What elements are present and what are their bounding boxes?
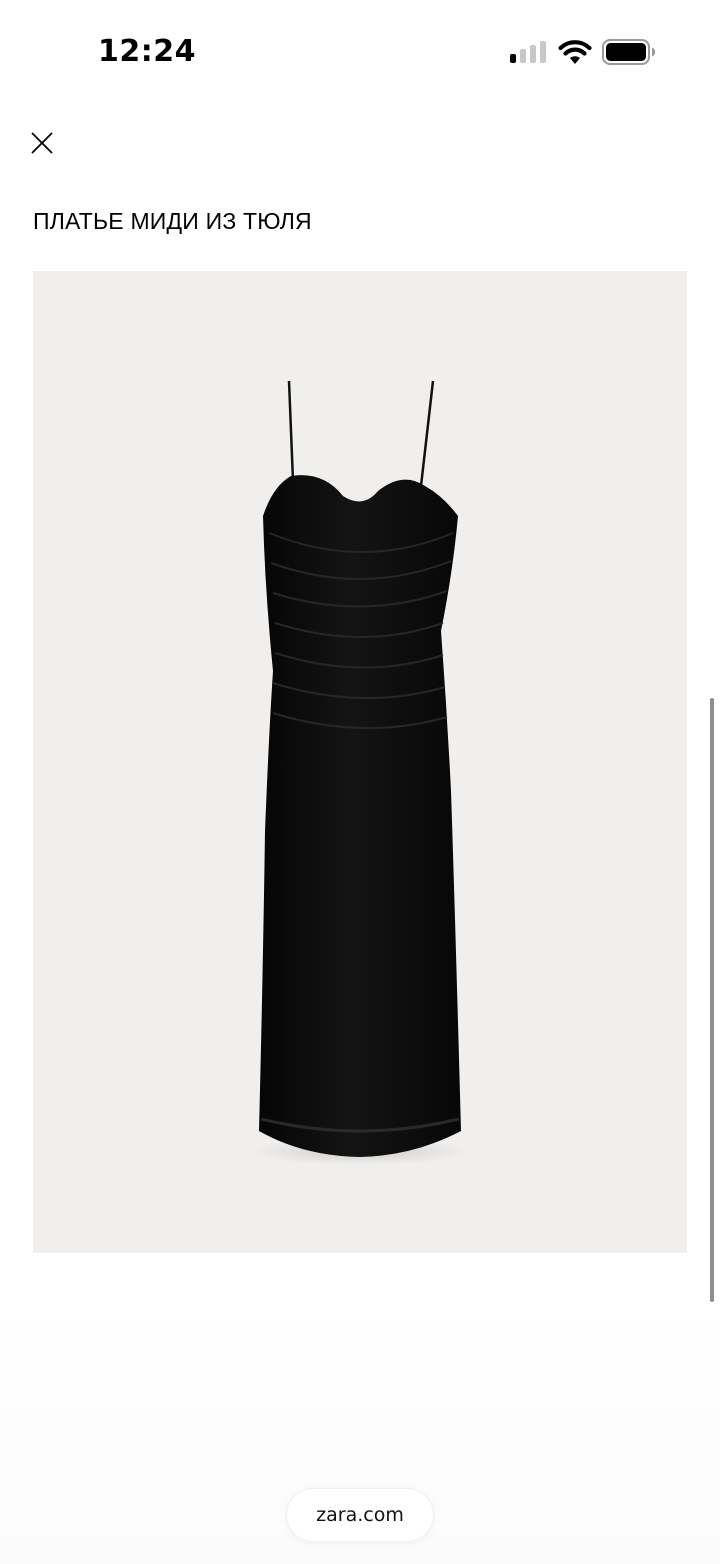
product-title: ПЛАТЬЕ МИДИ ИЗ ТЮЛЯ: [33, 208, 312, 234]
dress-illustration: [250, 380, 470, 1165]
cellular-signal-icon: [510, 41, 546, 63]
screen: 12:24 ПЛАТЬЕ МИДИ ИЗ ТЮЛЯ zara.com: [0, 0, 720, 1564]
status-bar: 12:24: [0, 0, 720, 100]
close-button[interactable]: [28, 129, 56, 157]
scroll-indicator[interactable]: [710, 698, 714, 1302]
close-icon: [31, 132, 53, 154]
product-image[interactable]: [33, 271, 687, 1253]
wifi-icon: [558, 40, 592, 64]
status-time: 12:24: [98, 34, 196, 69]
battery-icon: [602, 39, 655, 65]
address-bar-url: zara.com: [316, 1504, 404, 1526]
address-bar[interactable]: zara.com: [287, 1489, 433, 1541]
